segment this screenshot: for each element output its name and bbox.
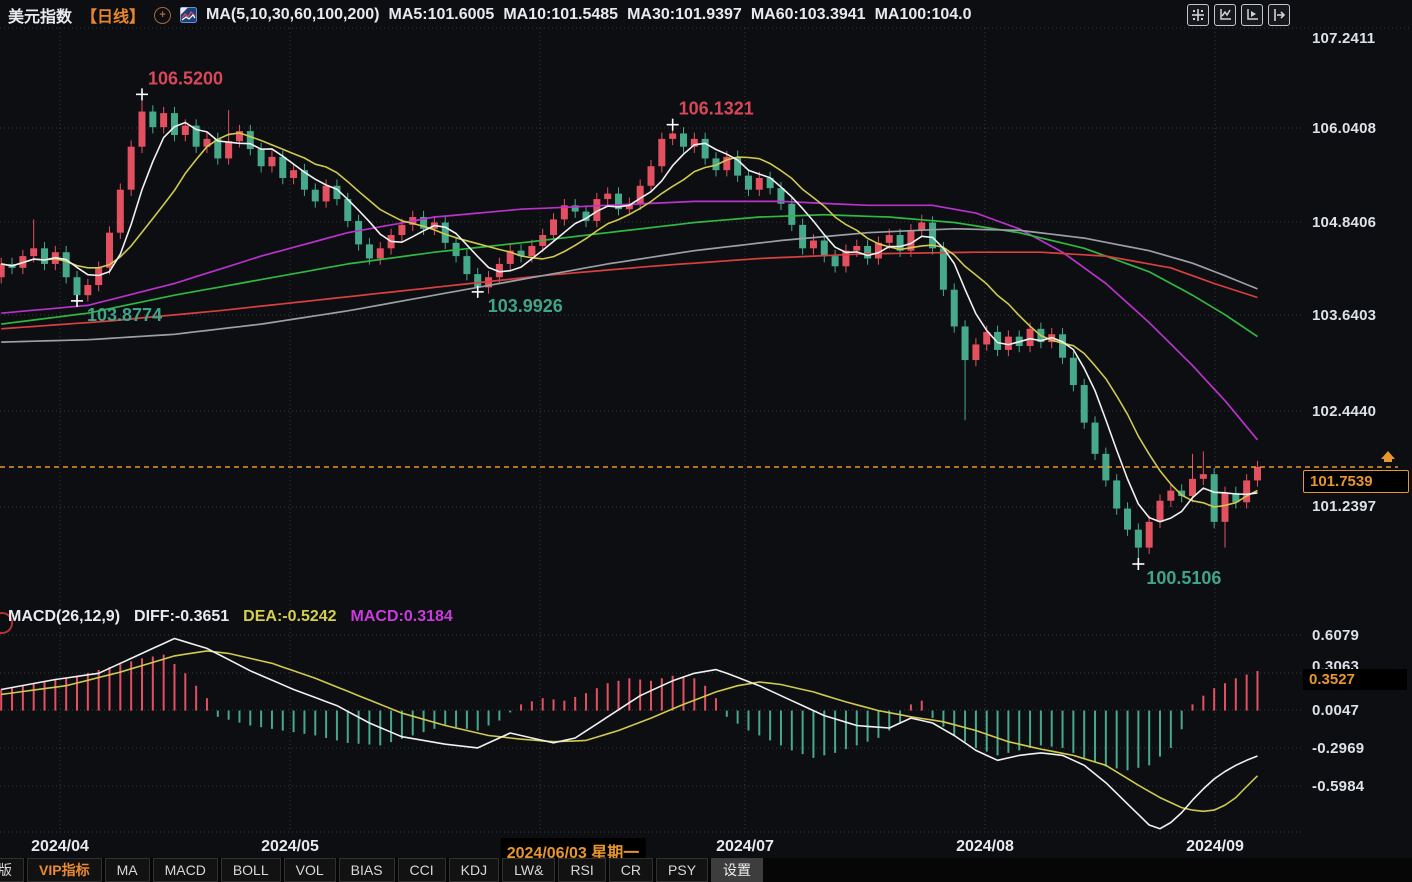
- indicator-tab-KDJ[interactable]: KDJ: [448, 858, 500, 882]
- indicator-tab-MACD[interactable]: MACD: [152, 858, 218, 882]
- indicator-tab-VOL[interactable]: VOL: [283, 858, 336, 882]
- indicator-tab-BOLL[interactable]: BOLL: [220, 858, 281, 882]
- main-axis-label: 104.8406: [1312, 214, 1377, 231]
- macd-legend: MACD(26,12,9) DIFF:-0.3651 DEA:-0.5242 M…: [8, 608, 453, 626]
- indicator-thumbnail-icon[interactable]: [180, 7, 198, 23]
- indicator-tab-PSY[interactable]: PSY: [656, 858, 709, 882]
- current-price-badge[interactable]: 101.7539: [1303, 470, 1409, 493]
- indicator-tab-VIP指标[interactable]: VIP指标: [27, 858, 102, 882]
- ma60-value: MA60:103.3941: [750, 6, 866, 23]
- chart-axes-icon[interactable]: [1214, 4, 1236, 26]
- price-marker-label: 103.9926: [488, 296, 563, 316]
- exit-pane-icon[interactable]: [1268, 4, 1290, 26]
- indicator-tab-RSI[interactable]: RSI: [558, 858, 606, 882]
- month-label: 2024/05: [261, 838, 319, 855]
- indicator-toolbar: 版 VIP指标 MA MACD BOLL VOL BIAS CCI KDJ LW& RSI CR PSY…: [0, 858, 1412, 882]
- month-label: 2024/04: [31, 838, 89, 855]
- instrument-title: 美元指数: [8, 9, 73, 26]
- macd-axis-label: 0.0047: [1312, 702, 1360, 719]
- price-marker-label: 100.5106: [1146, 568, 1221, 588]
- collapse-circle-icon[interactable]: +: [154, 6, 172, 24]
- ma10-value: MA10:101.5485: [503, 6, 619, 23]
- pan-move-icon[interactable]: [1187, 4, 1209, 26]
- macd-axis-label: 0.6079: [1312, 627, 1360, 644]
- indicator-tab-设置[interactable]: 设置: [711, 858, 764, 882]
- period-label[interactable]: 【日线】: [81, 3, 145, 27]
- month-label: 2024/08: [956, 838, 1014, 855]
- main-axis-label: 106.0408: [1312, 120, 1377, 137]
- main-axis-label: 107.2411: [1312, 30, 1376, 47]
- price-marker-label: 103.8774: [87, 305, 162, 325]
- legend-bar: 美元指数 【日线】 + MA(5,10,30,60,100,200) MA5:1…: [8, 2, 972, 28]
- macd-axis-label: -0.2969: [1312, 740, 1365, 757]
- indicator-tab-版[interactable]: 版: [0, 858, 24, 882]
- price-arrow-stem: [1384, 459, 1392, 462]
- indicator-tab-BIAS[interactable]: BIAS: [338, 858, 395, 882]
- trading-chart-window: 美元指数 【日线】 + MA(5,10,30,60,100,200) MA5:1…: [0, 0, 1412, 882]
- price-arrow-icon: [1381, 451, 1395, 459]
- chart-tool-buttons: [1187, 4, 1290, 26]
- indicator-tab-CCI[interactable]: CCI: [397, 858, 446, 882]
- ma30-value: MA30:101.9397: [627, 6, 742, 23]
- macd-axis-label: -0.5984: [1312, 778, 1365, 795]
- ma-params-label: MA(5,10,30,60,100,200): [206, 6, 380, 23]
- ma100-value: MA100:104.0: [874, 6, 972, 23]
- macd-dea-value: DEA:-0.5242: [243, 608, 337, 625]
- macd-param-label: MACD(26,12,9): [8, 608, 121, 625]
- month-label: 2024/07: [716, 838, 774, 855]
- price-macd-chart[interactable]: 106.5200 106.1321 103.8774 103.9926 100.5106: [0, 0, 1412, 882]
- main-axis-label: 102.4440: [1312, 403, 1377, 420]
- month-label: 2024/09: [1186, 838, 1244, 855]
- indicator-tab-LW&[interactable]: LW&: [502, 858, 556, 882]
- price-marker-label: 106.1321: [679, 99, 754, 119]
- ma5-value: MA5:101.6005: [388, 6, 495, 23]
- main-axis-label: 101.2397: [1312, 498, 1377, 515]
- indicator-tab-CR[interactable]: CR: [608, 858, 654, 882]
- macd-crosshair-badge: 0.3527: [1303, 669, 1407, 690]
- macd-diff-value: DIFF:-0.3651: [134, 608, 230, 625]
- price-marker-label: 106.5200: [148, 68, 223, 88]
- macd-hist-value: MACD:0.3184: [350, 608, 453, 625]
- indicator-tab-MA[interactable]: MA: [104, 858, 150, 882]
- main-axis-label: 103.6403: [1312, 307, 1377, 324]
- chart-flag-icon[interactable]: [1241, 4, 1263, 26]
